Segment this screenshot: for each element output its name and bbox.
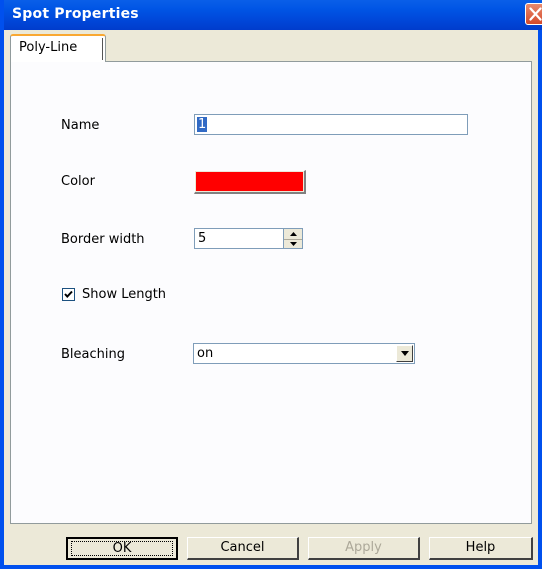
border-width-label: Border width — [61, 232, 145, 247]
close-button[interactable] — [525, 3, 542, 25]
bleaching-dropdown-button[interactable] — [396, 345, 413, 362]
ok-button[interactable]: OK — [66, 537, 178, 560]
name-field-value: 1 — [197, 117, 208, 132]
tab-poly-line[interactable]: Poly-Line — [10, 34, 106, 62]
tab-divider — [102, 38, 103, 60]
checkmark-icon — [64, 290, 73, 298]
chevron-down-icon — [400, 351, 409, 356]
name-label: Name — [61, 118, 100, 133]
color-swatch-fill — [196, 172, 303, 191]
spin-down-icon — [289, 242, 297, 246]
border-width-value: 5 — [198, 231, 207, 246]
show-length-label: Show Length — [82, 287, 167, 302]
color-label: Color — [61, 174, 95, 189]
spin-up-icon — [289, 232, 297, 236]
bleaching-value: on — [197, 346, 214, 361]
help-button-label: Help — [465, 540, 496, 555]
help-button[interactable]: Help — [429, 537, 533, 560]
color-picker-button[interactable] — [194, 170, 306, 194]
title-bar[interactable]: Spot Properties — [4, 0, 542, 30]
close-icon — [529, 7, 542, 21]
apply-button-label: Apply — [345, 540, 382, 555]
cancel-button-label: Cancel — [220, 540, 265, 555]
window-title: Spot Properties — [12, 6, 139, 22]
show-length-checkbox[interactable] — [62, 288, 75, 301]
border-width-field[interactable]: 5 — [194, 228, 284, 249]
name-field[interactable]: 1 — [194, 114, 468, 135]
tab-label: Poly-Line — [19, 40, 78, 55]
border-width-spinner[interactable] — [284, 228, 303, 249]
bleaching-label: Bleaching — [61, 347, 125, 362]
spin-down-button[interactable] — [284, 239, 302, 249]
focus-rect — [71, 541, 173, 556]
apply-button[interactable]: Apply — [308, 537, 420, 560]
cancel-button[interactable]: Cancel — [187, 537, 299, 560]
bleaching-select[interactable]: on — [193, 343, 415, 364]
